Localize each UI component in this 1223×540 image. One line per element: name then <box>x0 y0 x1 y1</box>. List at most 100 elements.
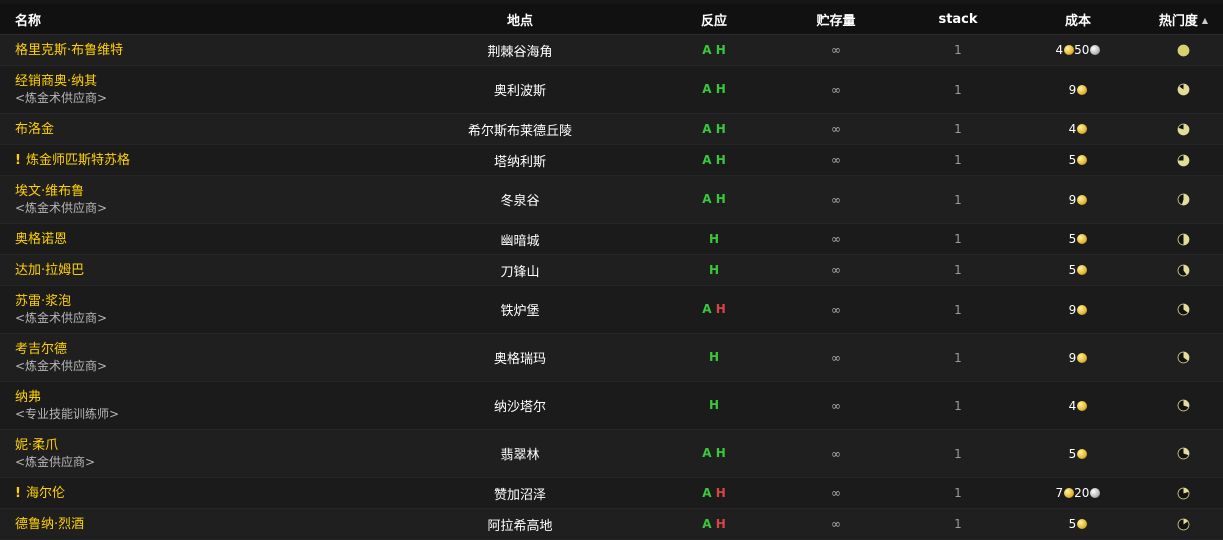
column-header-location[interactable]: 地点 <box>380 4 660 35</box>
vendor-location[interactable]: 纳沙塔尔 <box>380 381 660 430</box>
vendor-name-text: 布洛金 <box>15 121 55 137</box>
cost-cell: 5 <box>1012 429 1144 478</box>
vendor-location[interactable]: 希尔斯布莱德丘陵 <box>380 113 660 145</box>
vendor-name-text: 奥格诺恩 <box>15 231 68 247</box>
vendor-name-link[interactable]: 格里克斯·布鲁维特 <box>15 42 380 59</box>
vendor-name-link[interactable]: 经销商奥·纳其 <box>15 73 380 90</box>
vendor-name-link[interactable]: 妮·柔爪 <box>15 437 380 454</box>
stack-cell: 1 <box>904 113 1012 145</box>
popularity-cell <box>1144 254 1223 286</box>
gold-amount: 9 <box>1068 302 1077 317</box>
location-link[interactable]: 阿拉希高地 <box>487 519 552 534</box>
vendor-name-link[interactable]: 纳弗 <box>15 389 380 406</box>
location-link[interactable]: 铁炉堡 <box>500 304 539 319</box>
vendor-location[interactable]: 冬泉谷 <box>380 175 660 224</box>
gold-coin-icon <box>1077 519 1088 529</box>
silver-coin-icon <box>1090 45 1101 55</box>
vendor-name-link[interactable]: ! 海尔伦 <box>15 485 380 502</box>
table-row[interactable]: 考吉尔德 <炼金术供应商> 奥格瑞玛 H ∞ 1 9 <box>0 333 1223 382</box>
horde-reaction: H <box>715 446 726 460</box>
popularity-cell <box>1144 175 1223 224</box>
vendor-name-link[interactable]: 德鲁纳·烈酒 <box>15 516 380 533</box>
table-row[interactable]: 格里克斯·布鲁维特 荆棘谷海角 A H ∞ 1 4 50 <box>0 34 1223 66</box>
vendor-name-link[interactable]: 奥格诺恩 <box>15 231 380 248</box>
horde-reaction: H <box>715 121 726 136</box>
vendor-location[interactable]: 赞加沼泽 <box>380 477 660 509</box>
vendor-name-cell: 奥格诺恩 <box>0 223 380 255</box>
location-link[interactable]: 冬泉谷 <box>500 194 539 209</box>
horde-reaction: H <box>708 262 720 277</box>
vendor-location[interactable]: 奥利波斯 <box>380 65 660 114</box>
location-link[interactable]: 荆棘谷海角 <box>487 45 552 60</box>
gold-amount: 5 <box>1068 153 1077 167</box>
gold-amount: 4 <box>1068 122 1077 136</box>
stack-cell: 1 <box>904 34 1012 66</box>
vendor-name-link[interactable]: ! 炼金师匹斯特苏格 <box>15 152 380 169</box>
vendor-location[interactable]: 塔纳利斯 <box>380 144 660 176</box>
horde-reaction: H <box>708 350 720 364</box>
location-link[interactable]: 刀锋山 <box>500 265 539 280</box>
vendor-name-text: 格里克斯·布鲁维特 <box>15 42 124 58</box>
column-header-stack[interactable]: stack <box>904 4 1012 35</box>
column-header-reaction[interactable]: 反应 <box>660 4 768 35</box>
popularity-moon-icon <box>1177 44 1190 56</box>
stack-cell: 1 <box>904 508 1012 540</box>
gold-coin-icon <box>1064 45 1075 55</box>
vendor-name-link[interactable]: 埃文·维布鲁 <box>15 183 380 200</box>
vendor-name-link[interactable]: 达加·拉姆巴 <box>15 262 380 279</box>
column-header-name[interactable]: 名称 <box>0 4 380 35</box>
vendor-name-link[interactable]: 考吉尔德 <box>15 341 380 358</box>
table-row[interactable]: 妮·柔爪 <炼金供应商> 翡翠林 A H ∞ 1 5 <box>0 429 1223 478</box>
cost-cell: 4 50 <box>1012 34 1144 66</box>
vendor-location[interactable]: 幽暗城 <box>380 223 660 255</box>
column-header-cost[interactable]: 成本 <box>1012 4 1144 35</box>
table-row[interactable]: 纳弗 <专业技能训练师> 纳沙塔尔 H ∞ 1 4 <box>0 381 1223 430</box>
location-link[interactable]: 纳沙塔尔 <box>494 400 546 415</box>
vendor-location[interactable]: 刀锋山 <box>380 254 660 286</box>
table-row[interactable]: 埃文·维布鲁 <炼金术供应商> 冬泉谷 A H ∞ 1 9 <box>0 175 1223 224</box>
vendor-location[interactable]: 奥格瑞玛 <box>380 333 660 382</box>
horde-reaction: H <box>715 516 726 531</box>
vendor-name-cell: 德鲁纳·烈酒 <box>0 508 380 540</box>
horde-reaction: H <box>708 398 720 412</box>
vendor-name-link[interactable]: 布洛金 <box>15 121 380 138</box>
stock-cell: ∞ <box>768 254 904 286</box>
popularity-cell <box>1144 285 1223 334</box>
vendor-name-text: 考吉尔德 <box>15 342 68 357</box>
table-row[interactable]: 德鲁纳·烈酒 阿拉希高地 A H ∞ 1 5 <box>0 508 1223 540</box>
location-link[interactable]: 奥利波斯 <box>494 84 546 99</box>
gold-amount: 9 <box>1068 350 1077 365</box>
vendor-title-tag: <炼金术供应商> <box>15 91 108 105</box>
location-link[interactable]: 奥格瑞玛 <box>494 352 546 367</box>
location-link[interactable]: 塔纳利斯 <box>494 155 546 170</box>
table-row[interactable]: ! 海尔伦 赞加沼泽 A H ∞ 1 7 20 <box>0 477 1223 509</box>
location-link[interactable]: 翡翠林 <box>500 448 539 463</box>
location-link[interactable]: 幽暗城 <box>500 234 539 249</box>
table-row[interactable]: ! 炼金师匹斯特苏格 塔纳利斯 A H ∞ 1 5 <box>0 144 1223 176</box>
quest-exclamation-icon: ! <box>15 485 21 501</box>
location-link[interactable]: 赞加沼泽 <box>494 488 546 503</box>
vendor-location[interactable]: 阿拉希高地 <box>380 508 660 540</box>
location-link[interactable]: 希尔斯布莱德丘陵 <box>468 124 572 139</box>
gold-amount: 5 <box>1068 263 1077 277</box>
vendor-name-link[interactable]: 苏雷·浆泡 <box>15 293 380 310</box>
table-row[interactable]: 经销商奥·纳其 <炼金术供应商> 奥利波斯 A H ∞ 1 9 <box>0 65 1223 114</box>
column-header-popularity[interactable]: 热门度 ▲ <box>1144 4 1223 35</box>
table-row[interactable]: 奥格诺恩 幽暗城 H ∞ 1 5 <box>0 223 1223 255</box>
horde-reaction: H <box>715 152 726 167</box>
vendor-name-cell: 妮·柔爪 <炼金供应商> <box>0 429 380 478</box>
popularity-moon-icon <box>1177 264 1190 276</box>
cost-cell: 5 <box>1012 508 1144 540</box>
horde-reaction: H <box>715 302 726 316</box>
table-row[interactable]: 布洛金 希尔斯布莱德丘陵 A H ∞ 1 4 <box>0 113 1223 145</box>
stock-cell: ∞ <box>768 175 904 224</box>
column-header-stock[interactable]: 贮存量 <box>768 4 904 35</box>
vendor-location[interactable]: 铁炉堡 <box>380 285 660 334</box>
vendor-location[interactable]: 翡翠林 <box>380 429 660 478</box>
alliance-reaction: A <box>702 192 712 206</box>
table-row[interactable]: 苏雷·浆泡 <炼金术供应商> 铁炉堡 A H ∞ 1 9 <box>0 285 1223 334</box>
cost-cell: 7 20 <box>1012 477 1144 509</box>
vendor-title-tag: <炼金术供应商> <box>15 201 108 215</box>
table-row[interactable]: 达加·拉姆巴 刀锋山 H ∞ 1 5 <box>0 254 1223 286</box>
vendor-location[interactable]: 荆棘谷海角 <box>380 34 660 66</box>
